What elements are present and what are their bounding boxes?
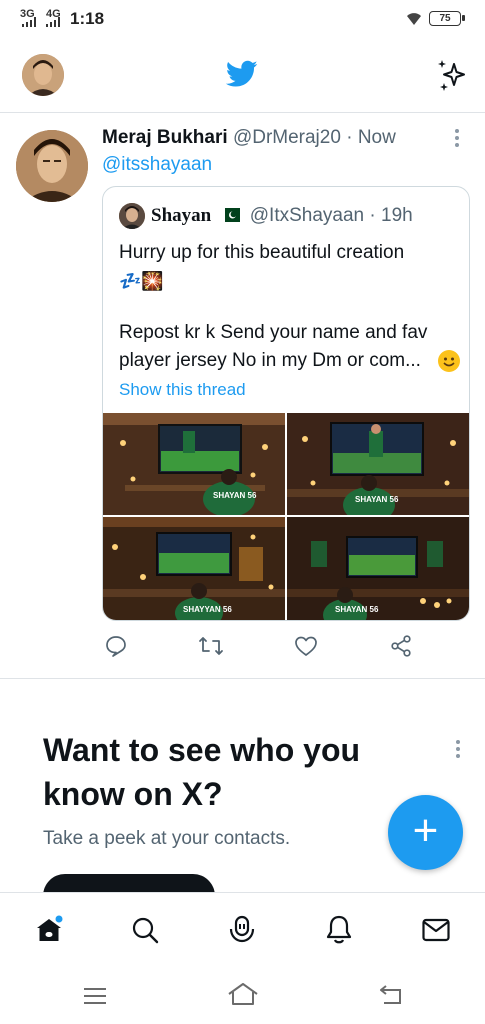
spaces-icon[interactable]	[226, 914, 258, 946]
signal-bars-icon	[46, 17, 60, 27]
quoted-header: Shayan @ItxShayaan · 19h	[151, 205, 413, 227]
quoted-author-avatar	[119, 203, 145, 229]
pakistan-flag-icon	[220, 208, 241, 222]
battery-tip	[462, 15, 465, 21]
menu-icon[interactable]	[83, 986, 107, 1006]
signal-bars-icon	[22, 17, 36, 27]
status-bar: 3G 4G 1:18 75	[0, 0, 485, 38]
clock: 1:18	[70, 9, 105, 28]
tweet-divider	[0, 678, 485, 679]
quoted-tweet[interactable]: Shayan @ItxShayaan · 19h Hurry up for th…	[102, 186, 470, 621]
quoted-separator: ·	[369, 205, 376, 226]
tweet-separator: ·	[346, 127, 353, 148]
share-icon[interactable]	[389, 634, 413, 658]
messages-icon[interactable]	[421, 916, 451, 944]
more-options-icon[interactable]	[452, 128, 462, 148]
system-navigation-bar	[0, 970, 485, 1024]
author-avatar-image	[16, 130, 88, 202]
quoted-avatar-image	[119, 203, 145, 229]
tweet-header: Meraj Bukhari @DrMeraj20 · Now	[102, 127, 396, 149]
retweet-icon[interactable]	[198, 634, 224, 658]
tweet-author-avatar[interactable]	[16, 130, 88, 202]
suggestion-subtitle: Take a peek at your contacts.	[43, 828, 291, 849]
jersey-text-2: SHAYAN 56	[355, 495, 399, 504]
reply-to-mention[interactable]: @itsshayaan	[102, 154, 212, 176]
tweet-time: Now	[357, 127, 396, 148]
sparkle-icon[interactable]	[436, 58, 470, 92]
show-thread-link[interactable]: Show this thread	[119, 380, 246, 400]
quoted-text-line1: Hurry up for this beautiful creation	[119, 242, 405, 263]
suggestion-title-line2: know on X?	[43, 776, 223, 812]
media-image-1-art	[103, 413, 285, 515]
like-icon[interactable]	[294, 634, 318, 658]
plus-icon: +	[412, 806, 439, 855]
compose-fab[interactable]: +	[388, 795, 463, 870]
media-image-4[interactable]: SHAYAN 56	[287, 517, 469, 620]
tweet-author-name[interactable]: Meraj Bukhari	[102, 127, 228, 148]
media-image-2[interactable]: SHAYAN 56	[287, 413, 469, 515]
back-icon[interactable]	[378, 984, 404, 1006]
jersey-text-1: SHAYAN 56	[213, 491, 257, 500]
jersey-text-3: SHAYYAN 56	[183, 605, 232, 614]
jersey-text-4: SHAYAN 56	[335, 605, 379, 614]
quoted-author-name: Shayan	[151, 205, 212, 226]
quoted-author-handle: @ItxShayaan	[249, 205, 365, 226]
media-image-1[interactable]: SHAYAN 56	[103, 413, 285, 515]
media-image-3[interactable]: SHAYYAN 56	[103, 517, 285, 620]
twitter-bird-icon[interactable]	[226, 60, 258, 88]
quoted-time: 19h	[381, 205, 413, 226]
tweet-author-handle[interactable]: @DrMeraj20	[233, 127, 341, 148]
home-icon[interactable]	[34, 915, 64, 945]
suggestion-title-line1: Want to see who you	[43, 732, 361, 768]
avatar-image	[22, 54, 64, 96]
notifications-icon[interactable]	[324, 914, 354, 946]
search-icon[interactable]	[130, 915, 160, 945]
profile-avatar[interactable]	[22, 54, 64, 96]
bottom-navigation	[0, 892, 485, 971]
battery-level: 75	[439, 13, 451, 24]
reply-icon[interactable]	[104, 634, 128, 658]
suggestion-more-icon[interactable]	[453, 739, 463, 759]
quoted-text-line3: player jersey No in my Dm or com...	[119, 350, 421, 371]
quoted-text-line2: Repost kr k Send your name and fav	[119, 322, 428, 343]
quoted-emoji-line: 💤🎇	[119, 271, 164, 291]
battery-indicator: 75	[429, 11, 461, 26]
home-button-icon[interactable]	[227, 982, 259, 1006]
header-divider	[0, 112, 485, 113]
smiley-emoji-icon	[438, 350, 460, 372]
wifi-icon	[407, 13, 421, 25]
